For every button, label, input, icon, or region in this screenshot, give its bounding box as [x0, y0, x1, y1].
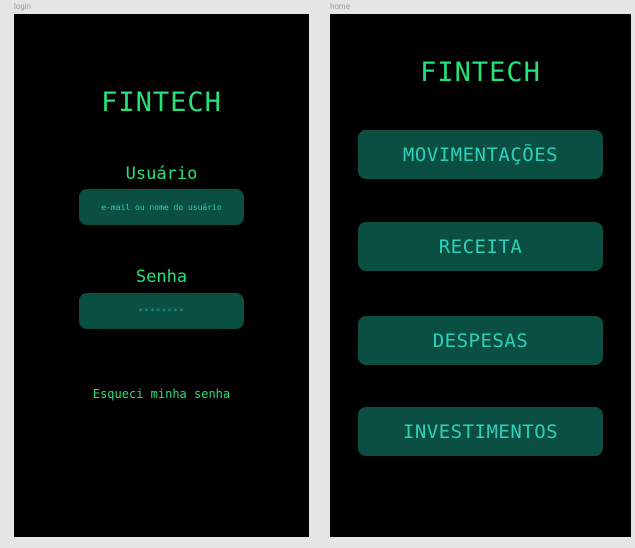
forgot-password-link[interactable]: Esqueci minha senha	[14, 387, 309, 401]
despesas-button[interactable]: DESPESAS	[358, 316, 603, 365]
investimentos-button[interactable]: INVESTIMENTOS	[358, 407, 603, 456]
home-app-title: FINTECH	[420, 57, 541, 88]
home-frame-label: home	[330, 2, 351, 11]
login-screen: FINTECH Usuário Senha Esqueci minha senh…	[14, 14, 309, 537]
username-input[interactable]	[79, 189, 244, 225]
password-input[interactable]	[79, 293, 244, 329]
username-label: Usuário	[125, 164, 198, 184]
movimentacoes-button[interactable]: MOVIMENTAÇÕES	[358, 130, 603, 179]
login-app-title: FINTECH	[101, 87, 222, 118]
password-label: Senha	[135, 267, 188, 287]
home-screen: FINTECH MOVIMENTAÇÕES RECEITA DESPESAS I…	[330, 14, 631, 537]
login-frame-label: login	[14, 2, 31, 11]
receita-button[interactable]: RECEITA	[358, 222, 603, 271]
